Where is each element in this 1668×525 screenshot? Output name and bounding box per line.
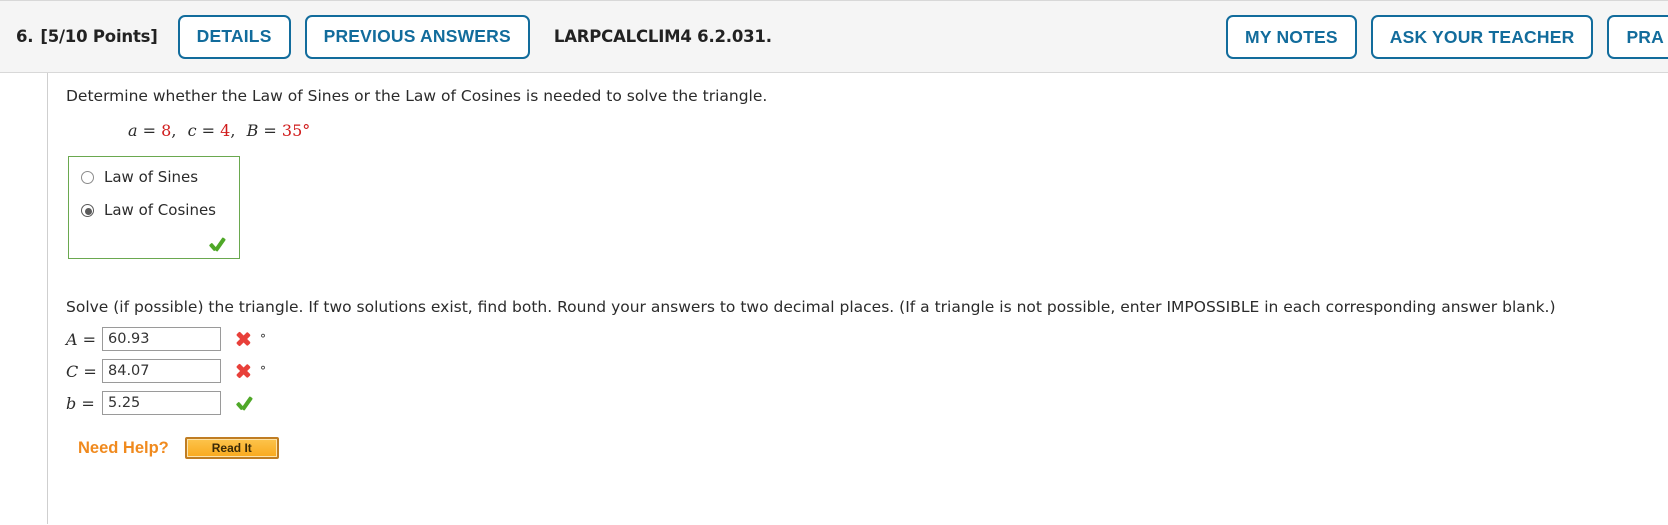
details-button[interactable]: DETAILS: [177, 14, 291, 59]
answer-equals: =: [76, 393, 95, 413]
answer-verdict-b: [228, 395, 258, 412]
law-choice-group: Law of Sines Law of Cosines: [68, 156, 240, 260]
need-help-row: Need Help? Read It: [78, 437, 1668, 460]
given-c-variable: c: [187, 121, 197, 141]
given-c-value: 4: [220, 121, 231, 141]
answer-input-A[interactable]: [102, 327, 221, 352]
question-prompt: Determine whether the Law of Sines or th…: [66, 87, 768, 105]
header-actions: MY NOTES ASK YOUR TEACHER PRA: [1212, 15, 1668, 59]
choice-verdict: [81, 234, 227, 252]
answer-verdict-C: [228, 363, 258, 379]
question-header-bar: 6. [5/10 Points] DETAILS PREVIOUS ANSWER…: [0, 0, 1668, 73]
answer-label-C: C =: [66, 362, 102, 381]
radio-option-label: Law of Sines: [104, 168, 199, 187]
radio-button-icon[interactable]: [81, 170, 94, 184]
answer-variable: A: [66, 329, 78, 349]
cross-icon: [235, 331, 251, 347]
question-content: Determine whether the Law of Sines or th…: [66, 73, 1668, 460]
given-a-variable: a: [128, 121, 138, 141]
practice-another-button[interactable]: PRA: [1607, 15, 1668, 59]
need-help-label: Need Help?: [78, 438, 169, 457]
given-B-value: 35°: [281, 121, 311, 141]
answer-variable: C: [66, 361, 79, 381]
answer-equals: =: [78, 361, 97, 381]
answer-label-b: b =: [66, 394, 102, 413]
answer-variable: b: [66, 393, 77, 413]
given-c-equals: =: [196, 121, 221, 141]
answer-input-b[interactable]: [102, 391, 221, 416]
question-number: 6.: [16, 27, 34, 46]
radio-option-law-of-cosines[interactable]: Law of Cosines: [81, 201, 227, 219]
given-values-line: a = 8, c = 4, B = 35°: [128, 121, 1668, 140]
answer-row-C: C = °: [66, 359, 1668, 384]
radio-option-law-of-sines[interactable]: Law of Sines: [81, 168, 227, 186]
given-a-value: 8: [161, 121, 172, 141]
question-points-badge: [5/10 Points]: [40, 27, 158, 46]
solve-instruction: Solve (if possible) the triangle. If two…: [66, 298, 1556, 317]
given-a-equals: =: [137, 121, 162, 141]
answer-verdict-A: [228, 331, 258, 347]
answer-equals: =: [77, 329, 97, 349]
answer-label-A: A =: [66, 330, 102, 349]
given-B-equals: =: [258, 121, 282, 141]
ask-your-teacher-button[interactable]: ASK YOUR TEACHER: [1370, 15, 1594, 59]
my-notes-button[interactable]: MY NOTES: [1226, 15, 1357, 59]
previous-answers-button[interactable]: PREVIOUS ANSWERS: [304, 14, 530, 59]
given-comma-1: ,: [171, 121, 178, 141]
answer-row-A: A = °: [66, 327, 1668, 352]
cross-icon: [235, 363, 251, 379]
checkmark-icon: [208, 236, 225, 253]
radio-option-label: Law of Cosines: [104, 201, 216, 220]
degree-unit-A: °: [260, 332, 266, 347]
given-comma-2: ,: [230, 121, 237, 141]
gutter-divider: [47, 73, 48, 524]
answer-row-b: b =: [66, 391, 1668, 416]
question-body: Determine whether the Law of Sines or th…: [0, 73, 1668, 524]
degree-unit-C: °: [260, 364, 266, 379]
checkmark-icon: [235, 395, 252, 412]
answer-input-C[interactable]: [102, 359, 221, 384]
radio-button-icon-selected[interactable]: [81, 203, 94, 217]
given-B-variable: B: [246, 121, 259, 141]
read-it-button[interactable]: Read It: [184, 437, 279, 460]
assignment-code: LARPCALCLIM4 6.2.031.: [553, 27, 772, 46]
